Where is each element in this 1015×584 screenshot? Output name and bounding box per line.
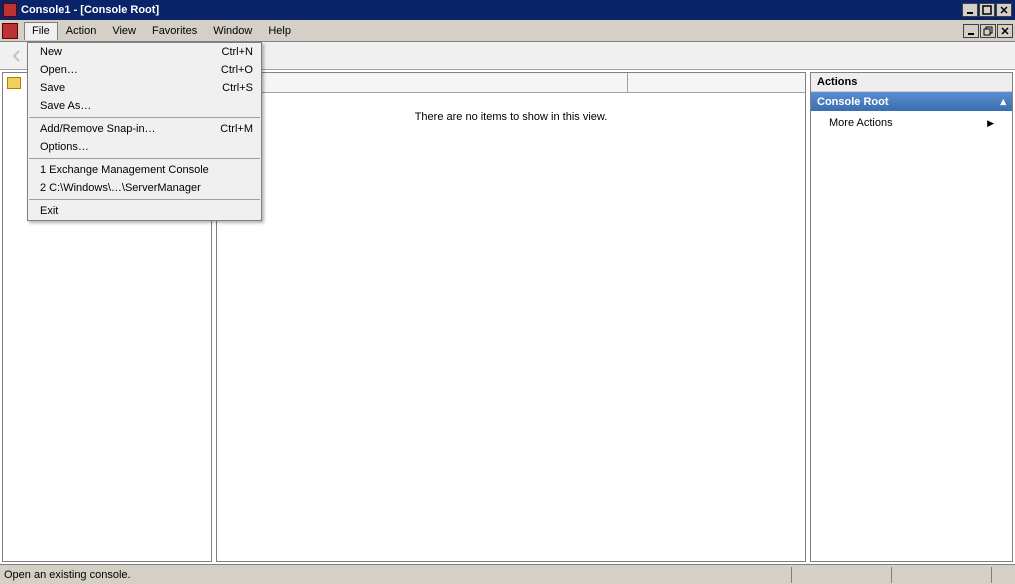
action-label: More Actions xyxy=(829,117,893,129)
menu-separator xyxy=(29,158,260,159)
title-bar: Console1 - [Console Root] xyxy=(0,0,1015,20)
back-button xyxy=(6,45,28,67)
document-icon xyxy=(2,23,18,39)
menu-label: 2 C:\Windows\…\ServerManager xyxy=(40,182,201,194)
menu-label: New xyxy=(40,46,62,58)
mdi-restore-button[interactable] xyxy=(980,24,996,38)
menu-separator xyxy=(29,199,260,200)
menu-label: Save As… xyxy=(40,100,91,112)
menu-shortcut: Ctrl+O xyxy=(221,64,253,76)
column-header-row[interactable] xyxy=(217,73,805,93)
minimize-button[interactable] xyxy=(962,3,978,17)
menu-item-open[interactable]: Open… Ctrl+O xyxy=(28,61,261,79)
menu-window[interactable]: Window xyxy=(205,22,260,40)
menu-action[interactable]: Action xyxy=(58,22,105,40)
menu-shortcut: Ctrl+M xyxy=(220,123,253,135)
menu-favorites[interactable]: Favorites xyxy=(144,22,205,40)
actions-title: Actions xyxy=(811,73,1012,92)
menu-shortcut: Ctrl+S xyxy=(222,82,253,94)
status-text: Open an existing console. xyxy=(4,569,791,581)
content-pane[interactable]: There are no items to show in this view. xyxy=(216,72,806,562)
menu-label: Options… xyxy=(40,141,89,153)
file-dropdown: New Ctrl+N Open… Ctrl+O Save Ctrl+S Save As… xyxy=(27,42,262,221)
app-icon xyxy=(3,3,17,17)
empty-message: There are no items to show in this view. xyxy=(217,93,805,123)
section-label: Console Root xyxy=(817,96,889,108)
folder-icon xyxy=(7,77,21,89)
resize-grip[interactable] xyxy=(991,567,1011,583)
menu-item-save[interactable]: Save Ctrl+S xyxy=(28,79,261,97)
menu-item-exit[interactable]: Exit xyxy=(28,202,261,220)
menu-view[interactable]: View xyxy=(104,22,144,40)
submenu-arrow-icon: ▶ xyxy=(987,118,994,129)
window-title: Console1 - [Console Root] xyxy=(21,4,962,16)
menu-item-recent-2[interactable]: 2 C:\Windows\…\ServerManager xyxy=(28,179,261,197)
status-cell xyxy=(891,567,991,583)
action-more-actions[interactable]: More Actions ▶ xyxy=(811,111,1012,135)
menu-bar: File Action View Favorites Window Help xyxy=(0,20,1015,42)
maximize-button[interactable] xyxy=(979,3,995,17)
menu-label: 1 Exchange Management Console xyxy=(40,164,209,176)
mdi-minimize-button[interactable] xyxy=(963,24,979,38)
menu-separator xyxy=(29,117,260,118)
menu-label: Add/Remove Snap-in… xyxy=(40,123,156,135)
window-controls xyxy=(962,3,1012,17)
mdi-controls xyxy=(963,24,1013,38)
menu-help[interactable]: Help xyxy=(260,22,299,40)
menu-item-snapin[interactable]: Add/Remove Snap-in… Ctrl+M xyxy=(28,120,261,138)
actions-pane: Actions Console Root ▴ More Actions ▶ xyxy=(810,72,1013,562)
status-bar: Open an existing console. xyxy=(0,564,1015,584)
menu-file[interactable]: File xyxy=(24,22,58,40)
menu-label: Exit xyxy=(40,205,58,217)
mdi-close-button[interactable] xyxy=(997,24,1013,38)
menu-label: Save xyxy=(40,82,65,94)
chevron-up-icon: ▴ xyxy=(1000,95,1006,108)
menu-item-recent-1[interactable]: 1 Exchange Management Console xyxy=(28,161,261,179)
actions-section-header[interactable]: Console Root ▴ xyxy=(811,92,1012,111)
close-button[interactable] xyxy=(996,3,1012,17)
status-cell xyxy=(791,567,891,583)
menu-item-new[interactable]: New Ctrl+N xyxy=(28,43,261,61)
menu-item-options[interactable]: Options… xyxy=(28,138,261,156)
menu-label: Open… xyxy=(40,64,78,76)
menu-item-save-as[interactable]: Save As… xyxy=(28,97,261,115)
menu-shortcut: Ctrl+N xyxy=(222,46,253,58)
column-divider[interactable] xyxy=(627,73,628,92)
